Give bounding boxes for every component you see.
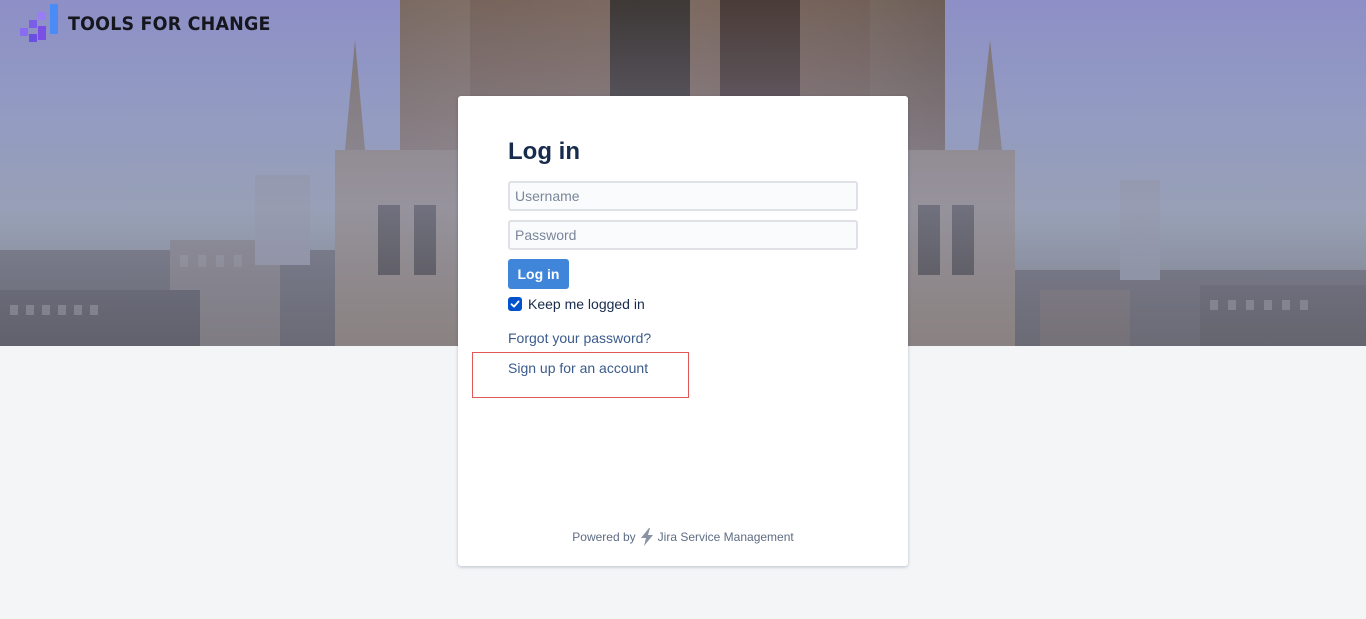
- forgot-password-link[interactable]: Forgot your password?: [508, 330, 651, 346]
- product-name[interactable]: Jira Service Management: [658, 530, 794, 544]
- bar-chart-logo-icon: [20, 4, 58, 42]
- brand-name: TOOLS FOR CHANGE: [68, 13, 271, 35]
- username-input[interactable]: [508, 181, 858, 211]
- login-title: Log in: [508, 138, 580, 165]
- powered-by-label: Powered by: [572, 530, 636, 544]
- signup-link[interactable]: Sign up for an account: [508, 360, 648, 376]
- login-button[interactable]: Log in: [508, 259, 569, 289]
- password-input[interactable]: [508, 220, 858, 250]
- checkmark-icon: [510, 300, 520, 308]
- lightning-bolt-icon: [640, 528, 653, 546]
- login-card: Log in Log in Keep me logged in Forgot y…: [458, 96, 908, 566]
- remember-me-checkbox[interactable]: [508, 297, 522, 311]
- login-page: TOOLS FOR CHANGE Log in Log in Keep me l…: [0, 0, 1366, 619]
- powered-by-footer: Powered by Jira Service Management: [458, 528, 908, 546]
- remember-me-label: Keep me logged in: [528, 296, 645, 312]
- remember-me-option[interactable]: Keep me logged in: [508, 296, 645, 312]
- brand-logo[interactable]: TOOLS FOR CHANGE: [20, 4, 288, 44]
